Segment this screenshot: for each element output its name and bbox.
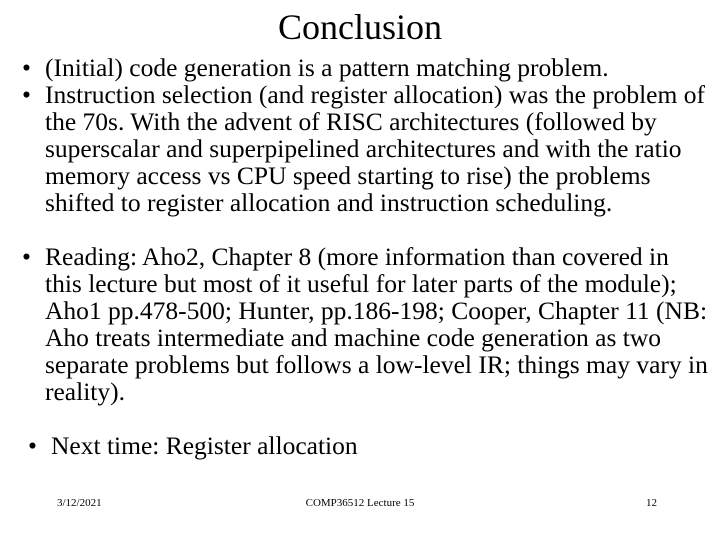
list-item: • (Initial) code generation is a pattern…	[0, 54, 720, 81]
slide-footer: 3/12/2021 COMP36512 Lecture 15 12	[0, 496, 720, 514]
footer-page-number: 12	[646, 497, 657, 509]
bullet-dot-icon: •	[22, 53, 31, 82]
list-item-text: (Initial) code generation is a pattern m…	[45, 53, 609, 82]
list-item: • Next time: Register allocation	[0, 432, 720, 459]
bullet-list: • (Initial) code generation is a pattern…	[0, 54, 720, 459]
bullet-dot-icon: •	[28, 431, 37, 460]
list-item: • Instruction selection (and register al…	[0, 81, 720, 216]
footer-course-label: COMP36512 Lecture 15	[305, 497, 415, 509]
list-item-text: Next time: Register allocation	[51, 431, 358, 460]
list-item-text: Reading: Aho2, Chapter 8 (more informati…	[45, 242, 708, 406]
page-title: Conclusion	[277, 7, 442, 47]
list-item-text: Instruction selection (and register allo…	[45, 80, 705, 217]
slide: Conclusion • (Initial) code generation i…	[0, 0, 720, 540]
bullet-dot-icon: •	[22, 242, 31, 271]
bullet-dot-icon: •	[22, 80, 31, 109]
list-item: • Reading: Aho2, Chapter 8 (more informa…	[0, 243, 720, 405]
slide-body: • (Initial) code generation is a pattern…	[0, 54, 720, 459]
